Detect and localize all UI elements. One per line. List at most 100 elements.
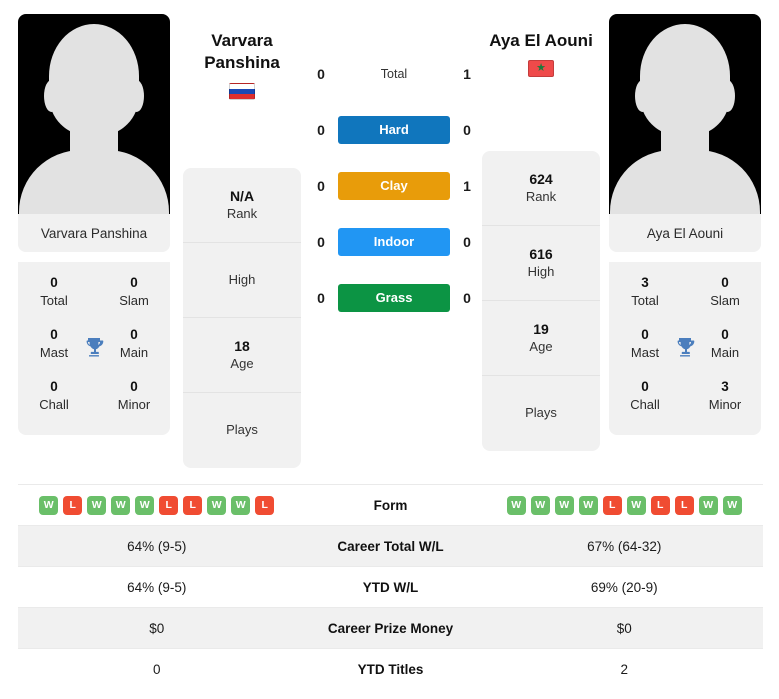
form-badge-l[interactable]: L (159, 495, 179, 515)
form-badge-w[interactable]: W (207, 495, 227, 515)
row-label-ytd-wl: YTD W/L (362, 579, 419, 595)
titles-card-left: 0 Total 0 Slam 0 Mast 0 Main 0 Chall 0 M… (18, 262, 170, 436)
form-badge-w[interactable]: W (530, 495, 550, 515)
form-badge-l[interactable]: L (63, 495, 83, 515)
h2h-row-indoor: 0 Indoor 0 (310, 228, 478, 256)
titles-row-chall-minor-right: 0 Chall 3 Minor (609, 372, 761, 424)
h2h-grass-left-score: 0 (317, 290, 325, 306)
form-badge-l[interactable]: L (602, 495, 622, 515)
info-high-left: High (183, 243, 301, 318)
info-plays-left: Plays (183, 393, 301, 468)
titles-main-right: 0 Main (699, 326, 751, 362)
titles-slam-value-right: 0 (721, 275, 729, 290)
player-headline-left: Varvara Panshina (178, 30, 306, 100)
info-rank-value-right: 624 (529, 171, 553, 188)
titles-main-value-left: 0 (130, 326, 138, 342)
titles-chall-left: 0 Chall (28, 378, 80, 414)
titles-chall-value-left: 0 (50, 378, 58, 394)
avatar-right (609, 14, 761, 214)
info-high-value-right: 616 (529, 246, 553, 263)
form-badge-l[interactable]: L (674, 495, 694, 515)
h2h-indoor-left-score: 0 (317, 234, 325, 250)
info-plays-right: Plays (482, 376, 600, 451)
titles-chall-label-right: Chall (630, 396, 660, 412)
form-badge-w[interactable]: W (135, 495, 155, 515)
morocco-flag-icon: ★ (528, 60, 554, 78)
info-age-value-right: 19 (533, 321, 549, 338)
form-badge-w[interactable]: W (554, 495, 574, 515)
table-row: $0 Career Prize Money $0 (18, 607, 763, 648)
comparison-table: WLWWWLLWWL Form WWWWLWLLWW 64% (9-5) Car… (18, 484, 763, 689)
form-badge-w[interactable]: W (626, 495, 646, 515)
titles-minor-label-right: Minor (708, 396, 742, 412)
info-high-label-right: High (527, 263, 555, 279)
table-row: WLWWWLLWWL Form WWWWLWLLWW (18, 484, 763, 525)
h2h-total-right-score: 1 (463, 66, 471, 82)
form-badges-left: WLWWWLLWWL (18, 495, 296, 515)
titles-total-left: 0 Total (28, 274, 80, 310)
info-rank-left: N/A Rank (183, 168, 301, 243)
silhouette-ear-right-icon (129, 80, 144, 112)
h2h-row-clay: 0 Clay 1 (310, 172, 478, 200)
player-headline-right: Aya El Aouni ★ (470, 30, 612, 78)
titles-main-value-right: 0 (721, 326, 729, 342)
titles-total-value-left: 0 (50, 275, 58, 290)
info-rank-right: 624 Rank (482, 151, 600, 226)
ytd-titles-right: 2 (620, 661, 628, 677)
row-label-form: Form (373, 497, 408, 513)
h2h-grass-label: Grass (338, 284, 450, 312)
titles-total-label-right: Total (631, 293, 659, 309)
info-card-left: N/A Rank High 18 Age Plays (183, 168, 301, 468)
info-plays-label-right: Plays (525, 405, 557, 421)
form-badge-l[interactable]: L (255, 495, 275, 515)
h2h-hard-right-score: 0 (463, 122, 471, 138)
info-age-right: 19 Age (482, 301, 600, 376)
table-row: 0 YTD Titles 2 (18, 648, 763, 689)
form-badge-w[interactable]: W (231, 495, 251, 515)
form-badge-w[interactable]: W (87, 495, 107, 515)
ytd-wl-right: 69% (20-9) (590, 579, 658, 595)
form-badge-w[interactable]: W (506, 495, 526, 515)
h2h-indoor-right-score: 0 (463, 234, 471, 250)
titles-mast-value-left: 0 (50, 326, 58, 342)
career-prize-money-left: $0 (149, 620, 165, 636)
titles-row-total-slam-left: 0 Total 0 Slam (18, 268, 170, 320)
info-card-right: 624 Rank 616 High 19 Age Plays (482, 151, 600, 451)
titles-chall-right: 0 Chall (619, 378, 671, 414)
titles-minor-right: 3 Minor (699, 378, 751, 414)
form-badges-right: WWWWLWLLWW (486, 495, 764, 515)
form-badge-w[interactable]: W (722, 495, 742, 515)
h2h-total-left-score: 0 (317, 66, 325, 82)
h2h-hard-left-score: 0 (317, 122, 325, 138)
player-name-right: Aya El Aouni (470, 30, 612, 52)
player-card-right[interactable]: Aya El Aouni (609, 14, 761, 252)
titles-slam-left: 0 Slam (108, 274, 160, 310)
form-badge-w[interactable]: W (111, 495, 131, 515)
trophy-icon (677, 337, 695, 357)
form-badge-w[interactable]: W (39, 495, 59, 515)
titles-minor-value-left: 0 (130, 378, 138, 394)
form-badge-w[interactable]: W (698, 495, 718, 515)
h2h-clay-right-score: 1 (463, 178, 471, 194)
titles-minor-value-right: 3 (721, 378, 729, 394)
ytd-titles-left: 0 (152, 661, 161, 677)
h2h-indoor-label: Indoor (338, 228, 450, 256)
russia-flag-icon (229, 82, 255, 100)
info-age-label-right: Age (529, 338, 553, 354)
titles-mast-left: 0 Mast (28, 326, 80, 362)
info-plays-label-left: Plays (226, 422, 258, 438)
form-badge-l[interactable]: L (650, 495, 670, 515)
form-badge-w[interactable]: W (578, 495, 598, 515)
titles-card-right: 3 Total 0 Slam 0 Mast 0 Main 0 Chall 3 M… (609, 262, 761, 436)
player-card-left[interactable]: Varvara Panshina (18, 14, 170, 252)
avatar-left (18, 14, 170, 214)
titles-mast-label-left: Mast (39, 344, 69, 360)
player-name-left-line1: Varvara (211, 31, 273, 50)
titles-chall-value-right: 0 (641, 378, 649, 394)
titles-row-chall-minor-left: 0 Chall 0 Minor (18, 372, 170, 424)
titles-slam-value-left: 0 (130, 275, 138, 290)
form-badge-l[interactable]: L (183, 495, 203, 515)
info-age-value-left: 18 (234, 338, 250, 355)
titles-main-label-right: Main (710, 344, 740, 360)
career-total-wl-left: 64% (9-5) (127, 538, 187, 554)
